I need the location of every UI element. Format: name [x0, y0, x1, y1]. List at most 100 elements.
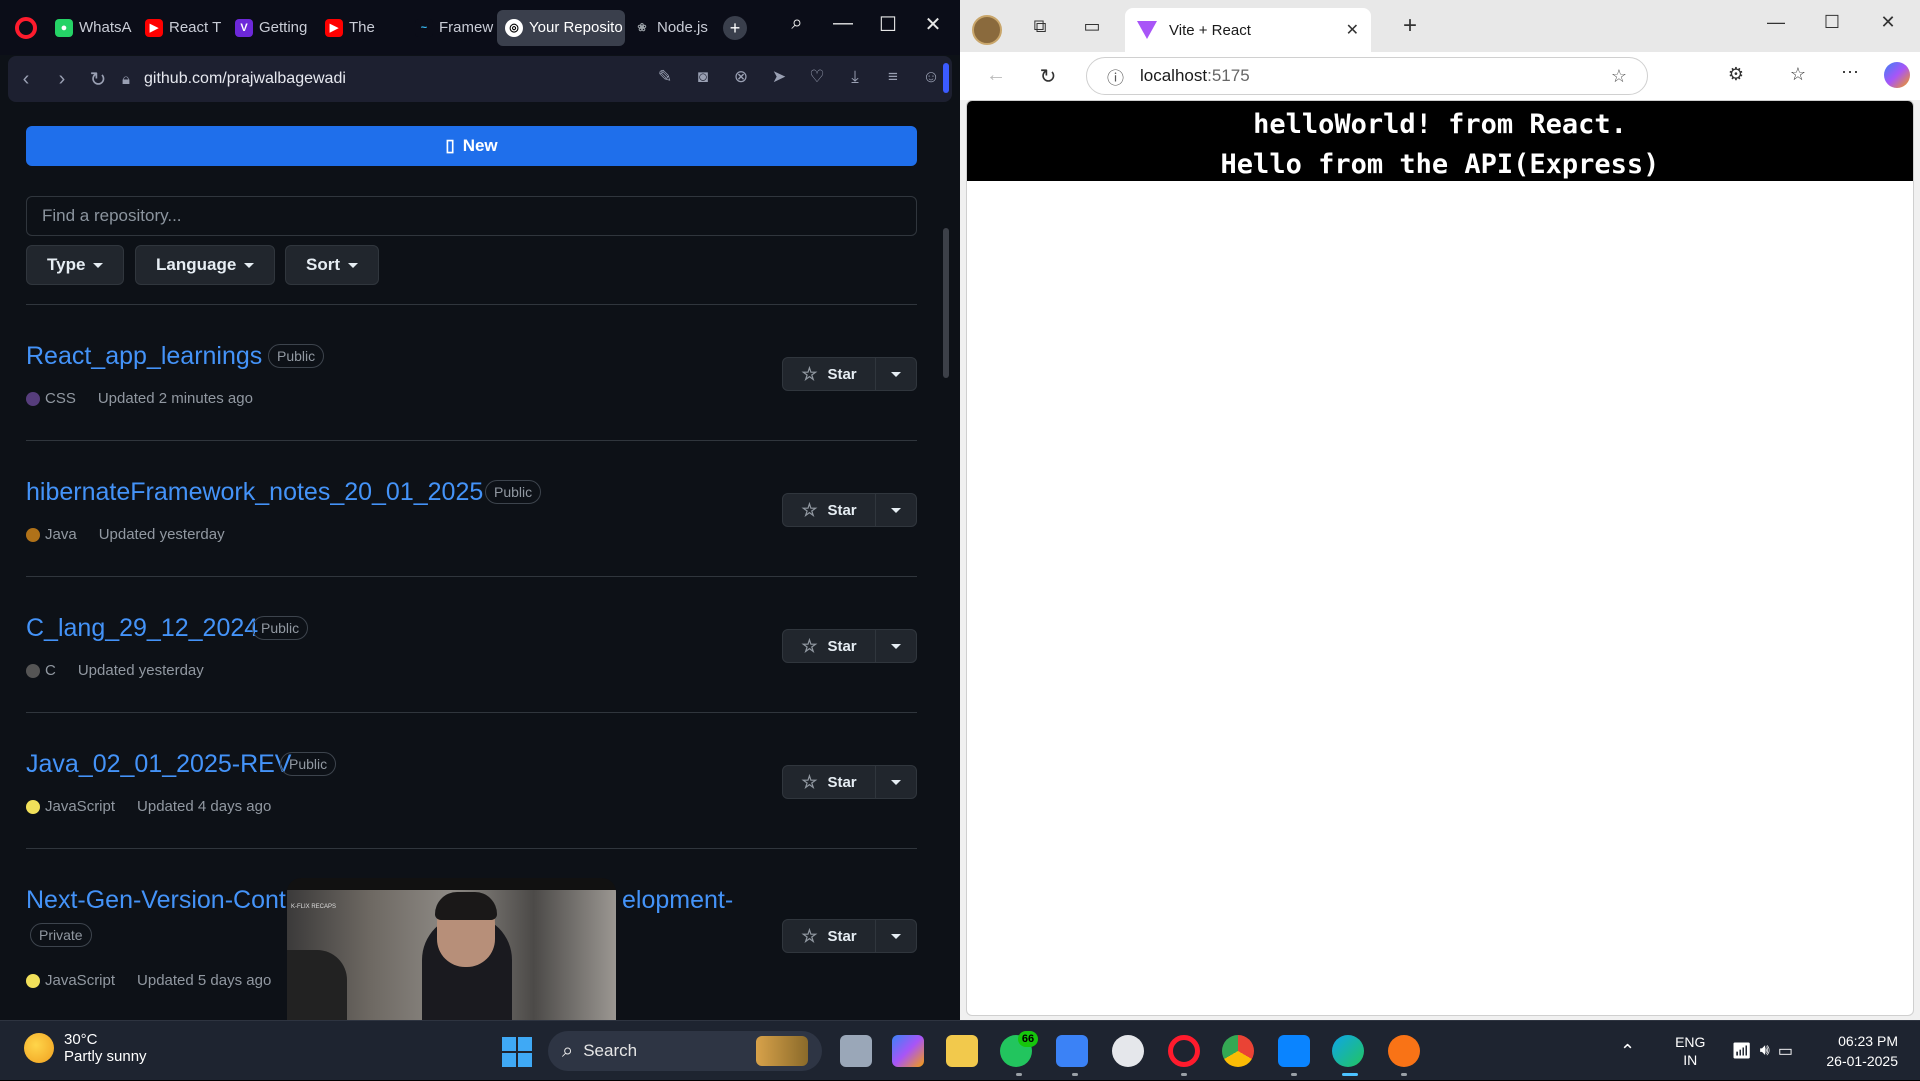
back-icon[interactable]: ‹ — [8, 68, 44, 91]
star-button[interactable]: ☆ Star — [783, 358, 876, 390]
url-field[interactable]: github.com/prajwalbagewadi — [144, 70, 346, 88]
back-icon[interactable]: ← — [984, 64, 1008, 87]
system-clock[interactable]: 06:23 PM 26-01-2025 — [1800, 1031, 1898, 1071]
star-button[interactable]: ☆ Star — [783, 920, 876, 952]
language-color-dot — [26, 527, 40, 542]
forward-icon[interactable]: › — [44, 68, 80, 91]
minimize-button[interactable]: — — [828, 12, 858, 35]
react-app-header: helloWorld! from React. Hello from the A… — [967, 101, 1913, 181]
battery-icon[interactable]: ▭ — [1778, 1041, 1793, 1061]
tab-youtube-the[interactable]: ▶ The — [317, 10, 407, 46]
repo-link[interactable]: Java_02_01_2025-REV — [26, 750, 291, 779]
adblock-icon[interactable]: ⊗ — [730, 66, 752, 88]
minimize-button[interactable]: — — [1764, 12, 1788, 33]
tab-your-repositories[interactable]: ◎ Your Reposito — [497, 9, 625, 46]
repo-link[interactable]: React_app_learnings — [26, 342, 262, 371]
find-repository-input[interactable]: Find a repository... — [26, 196, 917, 236]
show-hidden-icons-chevron-icon[interactable]: ⌃ — [1620, 1041, 1635, 1062]
url-field[interactable]: ⓘ localhost:5175 ☆ — [1086, 57, 1648, 95]
opera-taskbar-icon[interactable] — [1168, 1035, 1200, 1067]
picture-in-picture-video[interactable]: K-FLIX RECAPS — [287, 878, 616, 1020]
star-button-group: ☆ Star — [782, 919, 917, 953]
extensions-icon[interactable]: ⚙ — [1724, 64, 1748, 85]
postman-icon[interactable] — [1388, 1035, 1420, 1067]
maximize-button[interactable]: ☐ — [1820, 12, 1844, 33]
repo-link-continued[interactable]: elopment- — [622, 886, 733, 915]
input-language[interactable]: ENG IN — [1675, 1033, 1705, 1069]
more-menu-icon[interactable]: ⋯ — [1838, 62, 1862, 83]
close-tab-icon[interactable]: ✕ — [1346, 20, 1359, 40]
menu-icon[interactable]: ≡ — [882, 66, 904, 88]
site-info-icon[interactable]: ⓘ — [1107, 64, 1124, 89]
taskbar-search[interactable]: ⌕ Search — [548, 1031, 822, 1071]
favorite-star-icon[interactable]: ☆ — [1611, 66, 1627, 87]
star-list-dropdown[interactable] — [876, 920, 916, 952]
tab-whatsapp[interactable]: ● WhatsA — [47, 10, 137, 46]
partly-sunny-icon — [24, 1033, 54, 1063]
scrollbar-thumb[interactable] — [943, 228, 949, 378]
notepad-icon[interactable] — [1056, 1035, 1088, 1067]
chrome-icon[interactable] — [1222, 1035, 1254, 1067]
workspaces-icon[interactable]: ⧉ — [1028, 16, 1052, 37]
repo-link[interactable]: C_lang_29_12_2024 — [26, 614, 258, 643]
star-icon: ☆ — [801, 635, 818, 656]
clock-app-icon[interactable] — [1112, 1035, 1144, 1067]
file-explorer-icon[interactable] — [946, 1035, 978, 1067]
repo-updated: Updated 5 days ago — [137, 972, 272, 989]
page-viewport: helloWorld! from React. Hello from the A… — [966, 100, 1914, 1016]
reload-icon[interactable]: ↻ — [80, 67, 116, 92]
vite-icon: V — [235, 18, 253, 37]
star-button[interactable]: ☆ Star — [783, 494, 876, 526]
star-list-dropdown[interactable] — [876, 358, 916, 390]
weather-widget[interactable]: 30°C Partly sunny — [24, 1031, 147, 1065]
star-list-dropdown[interactable] — [876, 630, 916, 662]
edge-taskbar-icon[interactable] — [1332, 1035, 1364, 1067]
camera-icon[interactable]: ◙ — [692, 66, 714, 88]
star-list-dropdown[interactable] — [876, 494, 916, 526]
download-icon[interactable]: ⤓ — [844, 66, 866, 88]
tab-youtube-react[interactable]: ▶ React T — [137, 10, 227, 46]
vertical-tabs-icon[interactable]: ▭ — [1080, 16, 1104, 37]
task-view-icon[interactable] — [840, 1035, 872, 1067]
page-scrollbar[interactable] — [940, 108, 954, 1020]
tab-nodejs[interactable]: ❀ Node.js — [625, 10, 715, 46]
repo-icon: ▯ — [445, 136, 455, 155]
running-indicator — [1016, 1073, 1022, 1076]
star-button[interactable]: ☆ Star — [783, 630, 876, 662]
tab-vite-react[interactable]: Vite + React ✕ — [1125, 8, 1371, 52]
volume-icon[interactable]: 🔊︎ — [1760, 1042, 1770, 1060]
close-button[interactable]: ✕ — [918, 12, 948, 37]
tab-vite-getting-started[interactable]: V Getting — [227, 10, 317, 46]
start-button[interactable] — [502, 1037, 532, 1067]
opera-logo-icon[interactable] — [15, 16, 37, 39]
close-button[interactable]: ✕ — [1876, 12, 1900, 33]
copilot-taskbar-icon[interactable] — [892, 1035, 924, 1067]
type-filter-button[interactable]: Type — [26, 245, 125, 285]
visibility-badge: Public — [280, 752, 337, 776]
caret-down-icon — [891, 933, 901, 939]
new-repository-button[interactable]: ▯ New — [26, 126, 917, 166]
search-tabs-icon[interactable]: ⌕ — [782, 12, 812, 35]
profile-avatar[interactable] — [972, 15, 1002, 45]
repo-link[interactable]: Next-Gen-Version-Cont — [26, 886, 286, 915]
send-icon[interactable]: ➤ — [768, 66, 790, 88]
maximize-button[interactable]: ☐ — [873, 12, 903, 37]
heart-icon[interactable]: ♡ — [806, 66, 828, 88]
new-tab-button[interactable]: + — [1398, 12, 1422, 40]
language-filter-button[interactable]: Language — [135, 245, 276, 285]
favorites-icon[interactable]: ☆ — [1786, 64, 1810, 85]
vscode-icon[interactable] — [1278, 1035, 1310, 1067]
copilot-icon[interactable] — [1884, 62, 1910, 88]
star-button[interactable]: ☆ Star — [783, 766, 876, 798]
running-indicator — [1181, 1073, 1187, 1076]
video-frame: K-FLIX RECAPS — [287, 890, 616, 1020]
wifi-icon[interactable]: 📶︎ — [1731, 1041, 1751, 1061]
edit-icon[interactable]: ✎ — [654, 66, 676, 88]
new-tab-button[interactable]: + — [723, 15, 747, 40]
tab-framework[interactable]: ~ Framew — [407, 10, 497, 46]
star-list-dropdown[interactable] — [876, 766, 916, 798]
reload-icon[interactable]: ↻ — [1036, 64, 1060, 89]
profile-icon[interactable]: ☺ — [920, 66, 942, 88]
sort-filter-button[interactable]: Sort — [285, 245, 379, 285]
repo-link[interactable]: hibernateFramework_notes_20_01_2025 — [26, 478, 483, 507]
